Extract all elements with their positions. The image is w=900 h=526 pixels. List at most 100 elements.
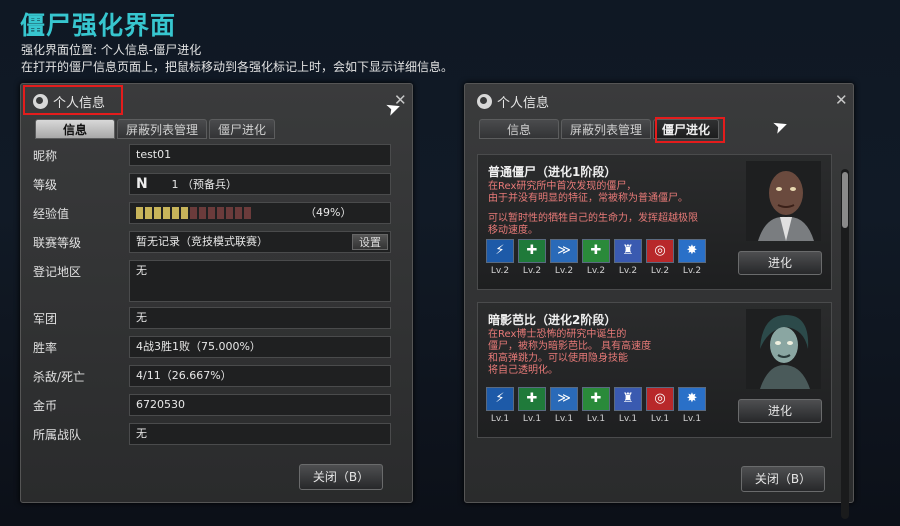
skill-item[interactable]: ≫ Lv.2 xyxy=(550,239,578,276)
league-field: 暂无记录（竞技模式联赛） 设置 xyxy=(129,231,391,253)
corps-field: 无 xyxy=(129,307,391,329)
heal-icon: ✚ xyxy=(518,239,546,263)
skill-item[interactable]: ⚡ Lv.1 xyxy=(486,387,514,424)
tab-info[interactable]: 信息 xyxy=(479,119,559,139)
skill-item[interactable]: ♜ Lv.1 xyxy=(614,387,642,424)
target-icon: ◎ xyxy=(646,387,674,411)
exp-segment xyxy=(181,207,188,219)
exp-segment xyxy=(190,207,197,219)
exp-segment xyxy=(226,207,233,219)
close-icon[interactable]: ✕ xyxy=(835,91,848,109)
tab-block-list[interactable]: 屏蔽列表管理 xyxy=(117,119,208,139)
tab-zombie-evolution[interactable]: 僵尸进化 xyxy=(209,119,276,139)
tab-info[interactable]: 信息 xyxy=(35,119,115,139)
armor-icon: ♜ xyxy=(614,387,642,411)
kd-field: 4/11（26.667%） xyxy=(129,365,391,387)
highlight-box xyxy=(23,85,123,115)
tab-bar: 信息 屏蔽列表管理 僵尸进化 xyxy=(35,119,276,139)
gold-label: 金币 xyxy=(33,399,58,413)
team-field: 无 xyxy=(129,423,391,445)
exp-segment xyxy=(208,207,215,219)
foot-icon: ⚡ xyxy=(486,239,514,263)
winrate-label: 胜率 xyxy=(33,341,58,355)
card-description: 在Rex研究所中首次发现的僵尸， 由于并没有明显的特征，常被称为普通僵尸。 可以… xyxy=(488,181,698,236)
window-title: 个人信息 xyxy=(477,92,549,111)
card-description: 在Rex博士恐怖的研究中诞生的 僵尸，被称为暗影芭比。 具有高速度 和高弹跳力。… xyxy=(488,329,652,376)
level-label: 等级 xyxy=(33,178,58,192)
exp-segment xyxy=(145,207,152,219)
exp-segment xyxy=(199,207,206,219)
skill-item[interactable]: ✚ Lv.1 xyxy=(582,387,610,424)
zombie-portrait xyxy=(746,309,821,389)
armor-icon: ♜ xyxy=(614,239,642,263)
league-label: 联赛等级 xyxy=(33,236,82,250)
exp-segment xyxy=(244,207,251,219)
skill-item[interactable]: ⚡ Lv.2 xyxy=(486,239,514,276)
skill-item[interactable]: ✸ Lv.1 xyxy=(678,387,706,424)
close-button[interactable]: 关闭（B） xyxy=(741,466,825,492)
exp-bar xyxy=(136,207,251,219)
evolution-card: 普通僵尸（进化1阶段） 在Rex研究所中首次发现的僵尸， 由于并没有明显的特征，… xyxy=(477,154,832,290)
skill-item[interactable]: ♜ Lv.2 xyxy=(614,239,642,276)
team-label: 所属战队 xyxy=(33,428,82,442)
league-settings-button[interactable]: 设置 xyxy=(352,234,388,250)
corps-label: 军团 xyxy=(33,312,58,326)
highlight-box xyxy=(655,117,725,143)
skill-item[interactable]: ✸ Lv.2 xyxy=(678,239,706,276)
exp-segment xyxy=(235,207,242,219)
zombie-portrait xyxy=(746,161,821,241)
exp-segment xyxy=(163,207,170,219)
run-icon: ≫ xyxy=(550,239,578,263)
skill-item[interactable]: ◎ Lv.1 xyxy=(646,387,674,424)
exp-segment xyxy=(136,207,143,219)
burst-icon: ✸ xyxy=(678,239,706,263)
skill-item[interactable]: ✚ Lv.2 xyxy=(518,239,546,276)
evolution-card: 暗影芭比（进化2阶段） 在Rex博士恐怖的研究中诞生的 僵尸，被称为暗影芭比。 … xyxy=(477,302,832,438)
exp-label: 经验值 xyxy=(33,207,70,221)
plus-icon: ✚ xyxy=(582,387,610,411)
page-title: 僵尸强化界面 xyxy=(20,11,177,40)
plus-icon: ✚ xyxy=(582,239,610,263)
exp-segment xyxy=(154,207,161,219)
burst-icon: ✸ xyxy=(678,387,706,411)
skill-row: ⚡ Lv.1 ✚ Lv.1 ≫ Lv.1 ✚ Lv.1 ♜ Lv.1 ◎ Lv.1 ✸ Lv.… xyxy=(486,387,706,424)
skill-item[interactable]: ✚ Lv.1 xyxy=(518,387,546,424)
kd-label: 杀敌/死亡 xyxy=(33,370,86,384)
winrate-field: 4战3胜1败（75.000%） xyxy=(129,336,391,358)
app-icon xyxy=(477,94,492,109)
scrollbar[interactable] xyxy=(841,169,849,519)
zombie-evolution-window: 个人信息 ✕ ➤ 信息 屏蔽列表管理 僵尸进化 普通僵尸（进化1阶段） 在Rex… xyxy=(464,83,854,519)
heal-icon: ✚ xyxy=(518,387,546,411)
skill-item[interactable]: ◎ Lv.2 xyxy=(646,239,674,276)
level-value: 1 （预备兵） xyxy=(171,178,238,191)
card-title: 暗影芭比（进化2阶段） xyxy=(488,313,617,327)
skill-item[interactable]: ✚ Lv.2 xyxy=(582,239,610,276)
close-button[interactable]: 关闭（B） xyxy=(299,464,383,490)
foot-icon: ⚡ xyxy=(486,387,514,411)
league-value: 暂无记录（竞技模式联赛） xyxy=(136,235,268,248)
tab-block-list[interactable]: 屏蔽列表管理 xyxy=(561,119,652,139)
evolve-button[interactable]: 进化 xyxy=(738,399,822,423)
region-field: 无 xyxy=(129,260,391,302)
exp-percent: （49%） xyxy=(305,206,352,219)
nickname-label: 昵称 xyxy=(33,149,58,163)
run-icon: ≫ xyxy=(550,387,578,411)
description-line-2: 在打开的僵尸信息页面上，把鼠标移动到各强化标记上时，会如下显示详细信息。 xyxy=(21,60,454,74)
card-title: 普通僵尸（进化1阶段） xyxy=(488,165,617,179)
gold-field: 6720530 xyxy=(129,394,391,416)
exp-field: （49%） xyxy=(129,202,391,224)
rank-icon: N xyxy=(136,176,148,192)
exp-segment xyxy=(172,207,179,219)
skill-item[interactable]: ≫ Lv.1 xyxy=(550,387,578,424)
exp-segment xyxy=(217,207,224,219)
nickname-field: test01 xyxy=(129,144,391,166)
scrollbar-thumb[interactable] xyxy=(842,172,848,228)
mouse-cursor-icon: ➤ xyxy=(769,114,792,139)
personal-info-window: 个人信息 ✕ ➤ 信息 屏蔽列表管理 僵尸进化 昵称 test01 等级 N 1… xyxy=(20,83,413,503)
region-label: 登记地区 xyxy=(33,265,82,279)
skill-row: ⚡ Lv.2 ✚ Lv.2 ≫ Lv.2 ✚ Lv.2 ♜ Lv.2 ◎ Lv.2 ✸ Lv.… xyxy=(486,239,706,276)
evolve-button[interactable]: 进化 xyxy=(738,251,822,275)
level-field: N 1 （预备兵） xyxy=(129,173,391,195)
target-icon: ◎ xyxy=(646,239,674,263)
description-line-1: 强化界面位置: 个人信息-僵尸进化 xyxy=(21,43,202,57)
